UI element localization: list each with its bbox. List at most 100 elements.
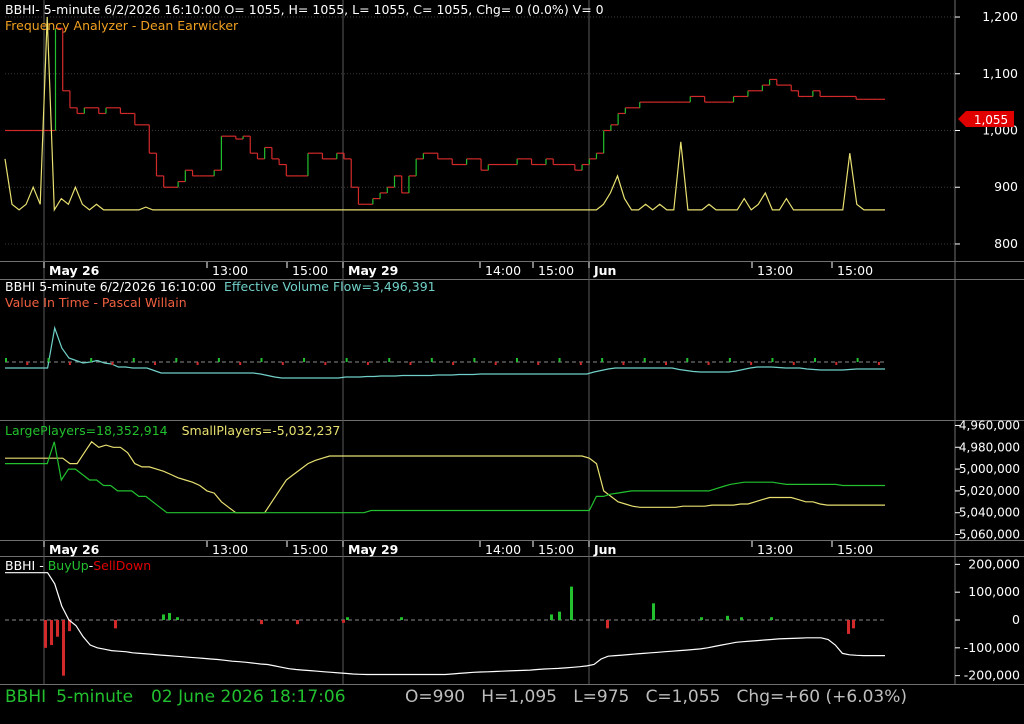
value-in-time-bar — [90, 358, 93, 362]
buyup-selldown-bar — [740, 617, 743, 620]
x-tick-label: Jun — [593, 263, 616, 278]
y-tick-label: 1,100 — [982, 66, 1018, 81]
y-tick-label: 4,980,000 — [959, 440, 1020, 454]
frequency-analyzer-label: Frequency Analyzer - Dean Earwicker — [5, 18, 239, 33]
value-in-time-bar — [622, 362, 625, 365]
buyup-selldown-bar — [260, 620, 263, 625]
value-in-time-bar — [814, 358, 817, 362]
y-tick-label: 5,020,000 — [959, 484, 1020, 498]
buyup-selldown-bar — [652, 603, 655, 620]
status-datetime: 02 June 2026 18:17:06 — [151, 687, 345, 707]
effective-volume-flow-label: Effective Volume Flow=3,496,391 — [224, 279, 436, 294]
status-interval: 5-minute — [56, 687, 133, 707]
price-header: BBHI- 5-minute 6/2/2026 16:10:00 O= 1055… — [5, 2, 604, 17]
x-tick-label: 13:00 — [757, 542, 793, 557]
value-in-time-bar — [643, 358, 646, 362]
value-in-time-bar — [5, 358, 7, 362]
y-tick-label: 800 — [994, 236, 1018, 251]
status-ohlc: O=990 H=1,095 L=975 C=1,055 Chg=+60 (+6.… — [405, 687, 907, 707]
buyup-selldown-bar — [342, 620, 345, 623]
buyup-selldown-bar — [162, 614, 165, 620]
y-tick-label: 200,000 — [968, 556, 1020, 571]
value-in-time-bar — [345, 358, 348, 362]
volume-flow-header: BBHI 5-minute 6/2/2026 16:10:00 — [5, 279, 216, 294]
buyup-selldown-bar — [44, 620, 47, 648]
x-tick-label: Jun — [593, 542, 616, 557]
value-in-time-bar — [728, 358, 731, 362]
last-price-label: 1,055 — [974, 113, 1008, 127]
value-in-time-bar — [792, 362, 795, 365]
value-in-time-bar — [835, 362, 838, 365]
value-in-time-bar — [430, 358, 433, 362]
value-in-time-bar — [856, 358, 859, 362]
value-in-time-bar — [217, 358, 220, 362]
x-tick-label: 15:00 — [292, 263, 328, 278]
value-in-time-bar — [47, 358, 50, 362]
value-in-time-bar — [473, 358, 476, 362]
value-in-time-bar — [132, 358, 135, 362]
buyup-selldown-bar — [56, 620, 59, 637]
x-tick-label: 15:00 — [837, 263, 873, 278]
buyup-label: BuyUp — [48, 558, 89, 573]
y-tick-label: 1,200 — [982, 9, 1018, 24]
large-players-label: LargePlayers=18,352,914 — [5, 423, 168, 438]
chart-canvas: 1,2001,1001,000900800 BBHI- 5-minute 6/2… — [0, 0, 1024, 720]
value-in-time-bar — [409, 362, 412, 365]
buyup-selldown-bar — [700, 617, 703, 620]
buyup-selldown-bar — [50, 620, 53, 646]
value-in-time-bar — [196, 362, 199, 365]
value-in-time-bar — [537, 362, 540, 365]
buyup-selldown-bar — [168, 613, 171, 620]
value-in-time-bar — [26, 362, 29, 365]
buyup-selldown-bar — [296, 620, 299, 625]
buyup-selldown-bar — [400, 617, 403, 620]
last-price-marker: 1,055 — [958, 111, 1014, 127]
x-tick-label: May 29 — [348, 542, 398, 557]
value-in-time-bar — [111, 362, 114, 365]
x-tick-label: May 26 — [49, 263, 100, 278]
value-in-time-bar — [260, 358, 263, 362]
value-in-time-bar — [154, 362, 157, 365]
value-in-time-bar — [877, 362, 880, 365]
x-tick-label: May 26 — [49, 542, 100, 557]
x-tick-label: 15:00 — [538, 542, 574, 557]
x-tick-label: May 29 — [348, 263, 398, 278]
buyup-selldown-bar — [770, 617, 773, 620]
buyup-selldown-bar — [346, 617, 349, 620]
value-in-time-bar — [366, 362, 369, 365]
y-tick-label: 900 — [994, 179, 1018, 194]
value-in-time-bar — [558, 358, 561, 362]
buyup-selldown-bar — [606, 620, 609, 629]
value-in-time-bar — [579, 362, 582, 365]
value-in-time-bar — [601, 358, 604, 362]
x-tick-label: 15:00 — [837, 542, 873, 557]
value-in-time-bar — [68, 362, 71, 365]
selldown-label: SellDown — [93, 558, 151, 573]
x-tick-label: 14:00 — [485, 263, 521, 278]
value-in-time-bar — [750, 362, 753, 365]
y-tick-label: 5,040,000 — [959, 506, 1020, 520]
buyup-selldown-bar — [852, 620, 855, 629]
status-symbol: BBHI — [5, 687, 46, 707]
value-in-time-bar — [281, 362, 284, 365]
buyup-selldown-bar — [847, 620, 850, 634]
buyup-selldown-bar — [176, 617, 179, 620]
buyup-selldown-bar — [550, 614, 553, 620]
x-tick-label: 15:00 — [292, 542, 328, 557]
y-tick-label: -100,000 — [964, 640, 1020, 655]
value-in-time-bar — [388, 358, 391, 362]
y-tick-label: -200,000 — [964, 668, 1020, 683]
y-tick-label: 5,000,000 — [959, 462, 1020, 476]
x-tick-label: 13:00 — [757, 263, 793, 278]
value-in-time-bar — [303, 358, 306, 362]
value-in-time-bar — [707, 362, 710, 365]
value-in-time-label: Value In Time - Pascal Willain — [5, 295, 187, 310]
y-tick-label: 0 — [1012, 612, 1020, 627]
buyup-selldown-bar — [62, 620, 65, 676]
x-tick-label: 15:00 — [538, 263, 574, 278]
small-players-label: SmallPlayers=-5,032,237 — [182, 423, 341, 438]
value-in-time-bar — [686, 358, 689, 362]
x-tick-label: 14:00 — [485, 542, 521, 557]
y-tick-label: 5,060,000 — [959, 528, 1020, 542]
value-in-time-bar — [515, 358, 518, 362]
